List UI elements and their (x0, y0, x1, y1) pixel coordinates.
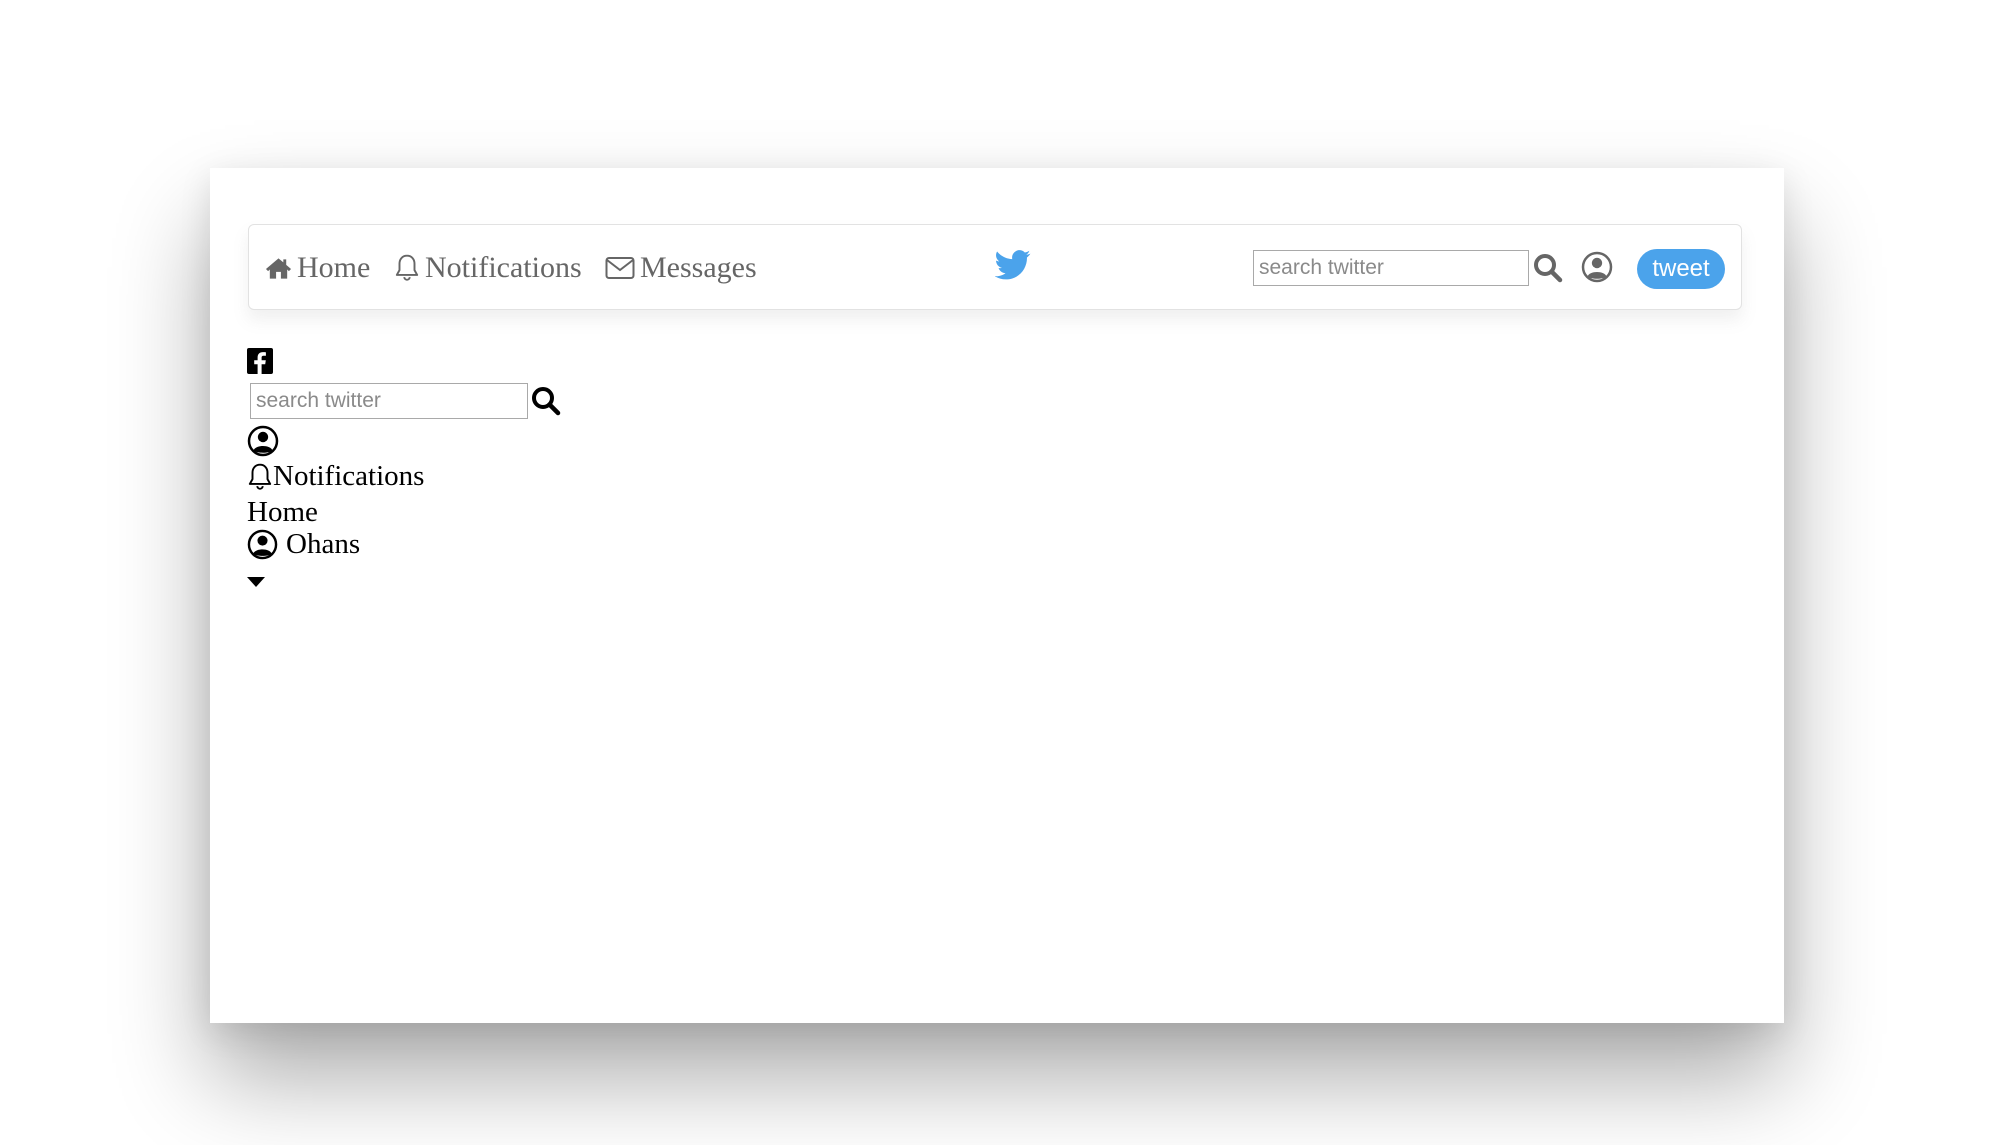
nav-home-label: Home (297, 251, 371, 284)
dropdown-user[interactable]: Ohans (247, 528, 360, 561)
dropdown-search-input[interactable] (250, 383, 528, 419)
user-circle-icon (247, 529, 278, 560)
bell-icon (248, 463, 272, 490)
navbar-search-input[interactable] (1253, 250, 1529, 286)
nav-notifications[interactable]: Notifications (394, 225, 582, 311)
dropdown-notifications[interactable]: Notifications (247, 460, 424, 493)
nav-messages-label: Messages (640, 251, 757, 284)
twitter-bird-icon[interactable] (995, 250, 1031, 280)
app-window: Home Notifications Messages search twitt… (210, 168, 1784, 1023)
envelope-icon (605, 257, 635, 279)
nav-messages[interactable]: Messages (605, 225, 757, 311)
user-circle-icon[interactable] (1581, 251, 1613, 283)
caret-down-icon[interactable] (247, 576, 265, 588)
nav-home[interactable]: Home (265, 225, 370, 311)
home-icon (265, 258, 292, 279)
dropdown-home[interactable]: Home (247, 496, 318, 529)
navbar: Home Notifications Messages search twitt… (248, 224, 1742, 310)
dropdown-home-label: Home (247, 496, 318, 528)
nav-notifications-label: Notifications (425, 251, 582, 284)
dropdown-notifications-label: Notifications (273, 460, 425, 492)
facebook-icon[interactable] (247, 348, 273, 374)
tweet-button[interactable]: tweet (1637, 249, 1725, 289)
user-name: Ohans (286, 528, 361, 560)
search-icon[interactable] (531, 386, 561, 416)
bell-icon (395, 254, 419, 281)
user-circle-icon[interactable] (247, 425, 279, 457)
search-icon[interactable] (1533, 253, 1563, 283)
